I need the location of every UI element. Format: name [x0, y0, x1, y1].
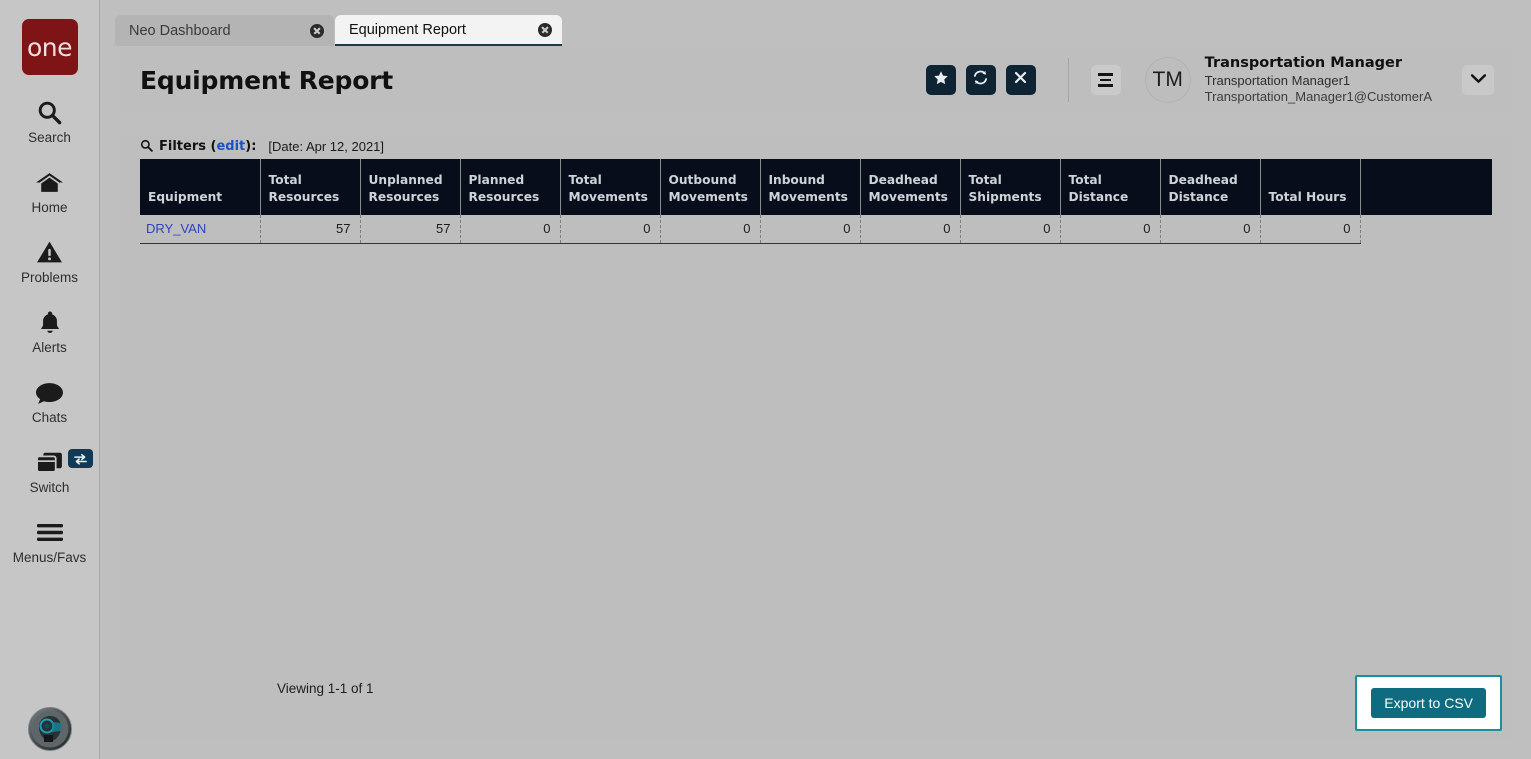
cell-total-distance: 0 — [1060, 215, 1161, 244]
favorite-button[interactable] — [925, 65, 956, 95]
cell-spacer — [1360, 215, 1492, 243]
page-title: Equipment Report — [140, 65, 394, 95]
export-container: Export to CSV — [1355, 675, 1502, 731]
sidebar-item-label: Switch — [29, 480, 70, 495]
col-outbound-movements[interactable]: Outbound Movements — [660, 159, 761, 215]
refresh-icon — [972, 69, 989, 91]
user-role: Transportation Manager — [1204, 55, 1402, 72]
table-header-row: Equipment Total Resources Unplanned Reso… — [140, 159, 1492, 215]
sidebar-item-label: Home — [31, 200, 68, 215]
pagination-status: Viewing 1-1 of 1 — [277, 681, 374, 696]
cell-deadhead-movements: 0 — [860, 215, 961, 244]
browser-tab-bar: Neo Dashboard Equipment Report — [101, 0, 1531, 46]
sidebar-item-switch[interactable]: Switch — [0, 447, 100, 495]
sidebar-item-label: Alerts — [32, 340, 67, 355]
tab-neo-dashboard[interactable]: Neo Dashboard — [115, 15, 334, 46]
avatar[interactable]: TM — [1144, 57, 1191, 103]
col-unplanned-resources[interactable]: Unplanned Resources — [360, 159, 461, 215]
sidebar-item-label: Problems — [20, 270, 79, 285]
tab-label: Neo Dashboard — [129, 22, 231, 39]
table-row[interactable]: DRY_VAN 57 57 0 0 0 0 0 0 0 0 0 — [140, 215, 1492, 244]
table-header: Equipment Total Resources Unplanned Reso… — [140, 159, 1492, 215]
filters-date-text: [Date: Apr 12, 2021] — [268, 139, 385, 154]
header-actions: TM Transportation Manager Transportation… — [916, 46, 1512, 114]
x-icon — [1013, 70, 1028, 90]
user-email: Transportation_Manager1@CustomerA — [1204, 89, 1432, 105]
hamburger-icon-line — [1100, 78, 1112, 82]
cell-inbound-movements: 0 — [760, 215, 861, 244]
swap-arrows-icon[interactable] — [67, 449, 93, 468]
sidebar-item-search[interactable]: Search — [0, 97, 100, 145]
header-divider — [1067, 58, 1069, 102]
tab-equipment-report[interactable]: Equipment Report — [335, 15, 562, 46]
col-total-hours[interactable]: Total Hours — [1260, 159, 1361, 215]
col-total-distance[interactable]: Total Distance — [1060, 159, 1161, 215]
app-logo[interactable]: one — [21, 19, 78, 75]
filters-label: Filters ( — [159, 139, 217, 154]
sidebar-item-menus-favs[interactable]: Menus/Favs — [0, 517, 100, 565]
user-name: Transportation Manager1 — [1204, 72, 1351, 88]
sidebar-item-label: Search — [28, 130, 71, 145]
home-icon — [35, 167, 64, 197]
sidebar-item-label: Menus/Favs — [12, 550, 87, 565]
col-total-movements[interactable]: Total Movements — [560, 159, 661, 215]
header-menu-button[interactable] — [1090, 65, 1121, 95]
cell-total-resources: 57 — [260, 215, 361, 244]
search-icon — [140, 139, 153, 155]
page-header: Equipment Report TM Transportation Manag… — [120, 46, 1512, 114]
windows-stack-icon — [34, 447, 65, 477]
star-icon — [933, 70, 949, 91]
user-info: Transportation Manager Transportation Ma… — [1205, 54, 1432, 106]
user-menu-toggle[interactable] — [1462, 65, 1494, 95]
search-icon — [36, 97, 63, 127]
cell-unplanned-resources: 57 — [360, 215, 461, 244]
cell-total-shipments: 0 — [960, 215, 1061, 244]
cell-outbound-movements: 0 — [660, 215, 761, 244]
hamburger-icon — [35, 517, 65, 547]
cell-total-hours: 0 — [1260, 215, 1361, 244]
col-inbound-movements[interactable]: Inbound Movements — [760, 159, 861, 215]
bell-icon — [37, 307, 63, 337]
chat-bubble-icon — [35, 377, 64, 407]
col-spacer — [1360, 159, 1492, 215]
cell-equipment: DRY_VAN — [140, 215, 261, 244]
sidebar-item-chats[interactable]: Chats — [0, 377, 100, 425]
ai-assistant-avatar-icon[interactable] — [28, 707, 72, 751]
filters-edit-link[interactable]: edit — [216, 139, 245, 154]
col-total-resources[interactable]: Total Resources — [260, 159, 361, 215]
col-deadhead-movements[interactable]: Deadhead Movements — [860, 159, 961, 215]
hamburger-icon-line — [1098, 73, 1114, 76]
chevron-down-icon — [1470, 71, 1487, 89]
sidebar-item-label: Chats — [31, 410, 68, 425]
cell-deadhead-distance: 0 — [1160, 215, 1261, 244]
equipment-link[interactable]: DRY_VAN — [146, 221, 206, 236]
sidebar-item-problems[interactable]: Problems — [0, 237, 100, 285]
tab-label: Equipment Report — [349, 21, 466, 38]
col-deadhead-distance[interactable]: Deadhead Distance — [1160, 159, 1261, 215]
report-panel: Filters (edit): [Date: Apr 12, 2021] Equ… — [120, 134, 1512, 740]
app-logo-text: one — [26, 32, 73, 62]
close-button[interactable] — [1005, 65, 1036, 95]
export-to-csv-button[interactable]: Export to CSV — [1371, 688, 1486, 718]
left-sidebar: one Search Home Problems Alerts Chats Sw… — [0, 0, 100, 759]
sidebar-item-alerts[interactable]: Alerts — [0, 307, 100, 355]
table-body: DRY_VAN 57 57 0 0 0 0 0 0 0 0 0 — [140, 215, 1492, 244]
col-equipment[interactable]: Equipment — [140, 159, 261, 215]
warning-triangle-icon — [36, 237, 63, 267]
col-total-shipments[interactable]: Total Shipments — [960, 159, 1061, 215]
hamburger-icon-line — [1098, 84, 1114, 87]
cell-planned-resources: 0 — [460, 215, 561, 244]
col-planned-resources[interactable]: Planned Resources — [460, 159, 561, 215]
refresh-button[interactable] — [965, 65, 996, 95]
filters-bar: Filters (edit): [Date: Apr 12, 2021] — [120, 134, 1512, 159]
sidebar-item-home[interactable]: Home — [0, 167, 100, 215]
equipment-report-table: Equipment Total Resources Unplanned Reso… — [140, 159, 1492, 244]
close-circle-icon[interactable] — [310, 23, 324, 38]
close-circle-icon[interactable] — [538, 22, 552, 37]
filters-label-close: ): — [245, 139, 257, 154]
cell-total-movements: 0 — [560, 215, 661, 244]
